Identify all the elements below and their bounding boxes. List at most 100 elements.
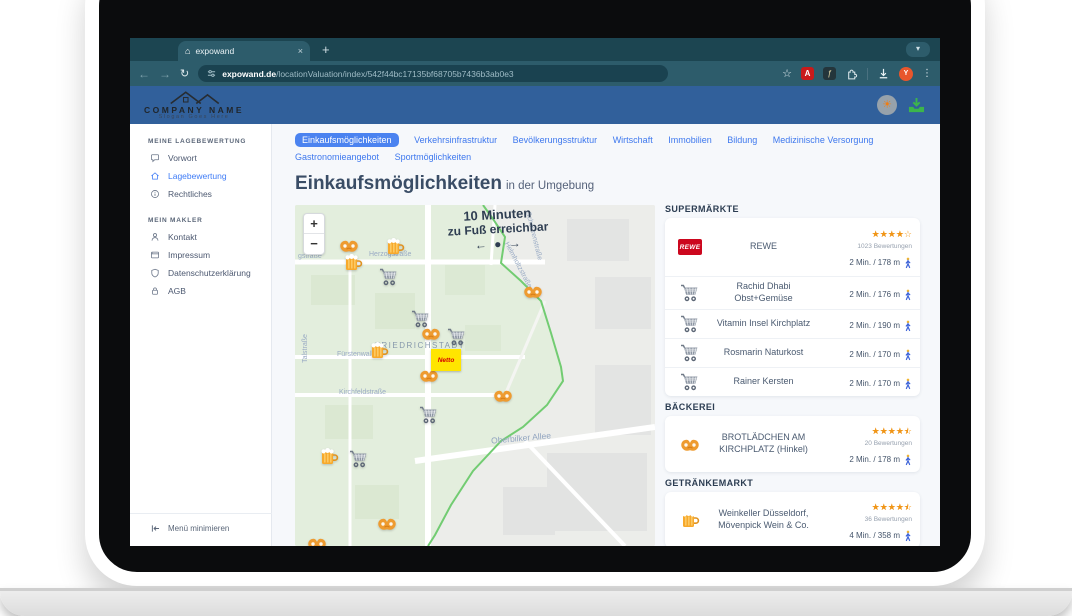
browser-tab[interactable]: ⌂ expowand × <box>178 41 310 61</box>
tab-einkaufsmoeglichkeiten[interactable]: Einkaufsmöglichkeiten <box>295 133 399 147</box>
bookmark-star-icon[interactable]: ☆ <box>782 67 792 80</box>
zoom-in-button[interactable]: + <box>304 214 324 234</box>
loading-sun-icon[interactable]: ☀ <box>877 95 897 115</box>
poi-row[interactable]: Weinkeller Düsseldorf, Mövenpick Wein & … <box>665 492 920 546</box>
sidebar-item-label: Kontakt <box>168 232 197 242</box>
street-label: Fürstenwall <box>337 351 373 358</box>
map-marker-supermarket-icon <box>411 309 431 329</box>
map-marker-netto-logo: Netto <box>431 349 461 371</box>
map[interactable]: gstraße Herzogstraße Talstraße Scheurens… <box>295 205 655 546</box>
cart-icon <box>673 343 707 363</box>
tab-search-chevron-icon[interactable]: ▾ <box>906 42 930 57</box>
distance: 2 Min. / 170 m <box>849 379 900 389</box>
sidebar-item-vorwort[interactable]: Vorwort <box>130 149 271 167</box>
collapse-menu-label: Menü minimieren <box>168 524 229 533</box>
main-content: Einkaufsmöglichkeiten Verkehrsinfrastruk… <box>272 124 940 546</box>
sidebar-item-label: Vorwort <box>168 153 197 163</box>
page-title: Einkaufsmöglichkeitenin der Umgebung <box>272 166 940 195</box>
back-button[interactable]: ← <box>138 67 150 81</box>
poi-row[interactable]: Rosmarin Naturkost 2 Min. / 170 m <box>665 338 920 367</box>
poi-name: Vitamin Insel Kirchplatz <box>707 318 820 330</box>
walking-annotation: 10 Minuten zu Fuß erreichbar ← ● → <box>422 205 574 255</box>
poi-name: REWE <box>707 241 820 253</box>
walking-icon <box>904 378 912 390</box>
tab-verkehrsinfrastruktur[interactable]: Verkehrsinfrastruktur <box>414 135 497 145</box>
chat-icon <box>150 153 160 163</box>
extensions-puzzle-icon[interactable] <box>845 67 858 80</box>
poi-name: BROTLÄDCHEN AM KIRCHPLATZ (Hinkel) <box>707 432 820 455</box>
zoom-out-button[interactable]: − <box>304 234 324 254</box>
browser-tab-bar: ⌂ expowand × + ▾ <box>130 38 940 61</box>
bakery-card: BROTLÄDCHEN AM KIRCHPLATZ (Hinkel) ☆☆☆☆☆… <box>665 416 920 472</box>
downloads-icon[interactable] <box>877 67 890 80</box>
reload-button[interactable]: ↻ <box>180 67 189 80</box>
company-logo: COMPANY NAME Slogan Goes Here <box>144 90 244 121</box>
poi-row[interactable]: BROTLÄDCHEN AM KIRCHPLATZ (Hinkel) ☆☆☆☆☆… <box>665 416 920 472</box>
map-marker-drinks-icon <box>369 341 389 361</box>
roofline-logo-icon <box>165 90 223 105</box>
beer-icon <box>673 510 707 530</box>
rating-stars: ☆☆☆☆☆★★★★★ <box>872 230 912 239</box>
poi-name: Rachid Dhabi Obst+Gemüse <box>707 281 820 304</box>
tab-gastronomieangebot[interactable]: Gastronomieangebot <box>295 152 379 162</box>
browser-menu-icon[interactable]: ⋮ <box>922 68 932 79</box>
sidebar-item-lagebewertung[interactable]: Lagebewertung <box>130 167 271 185</box>
fonts-extension-icon[interactable]: ƒ <box>823 67 836 80</box>
poi-row[interactable]: Rachid Dhabi Obst+Gemüse 2 Min. / 176 m <box>665 276 920 308</box>
address-bar[interactable]: expowand.de/locationValuation/index/542f… <box>198 65 668 82</box>
forward-button[interactable]: → <box>159 67 171 81</box>
street-label: Talstraße <box>302 334 309 363</box>
review-count: 20 Bewertungen <box>820 440 912 448</box>
category-tabs: Einkaufsmöglichkeiten Verkehrsinfrastruk… <box>272 124 940 166</box>
drinks-card: Weinkeller Düsseldorf, Mövenpick Wein & … <box>665 492 920 546</box>
tab-bildung[interactable]: Bildung <box>727 135 757 145</box>
poi-name: Rosmarin Naturkost <box>707 347 820 359</box>
sidebar-item-label: Datenschutzerklärung <box>168 268 251 278</box>
sidebar-item-kontakt[interactable]: Kontakt <box>130 228 271 246</box>
browser-toolbar: ← → ↻ expowand.de/locationValuation/inde… <box>130 61 940 86</box>
tab-bevoelkerungsstruktur[interactable]: Bevölkerungsstruktur <box>513 135 598 145</box>
sidebar-item-datenschutz[interactable]: Datenschutzerklärung <box>130 264 271 282</box>
toolbar-divider <box>867 68 868 80</box>
sidebar-item-impressum[interactable]: Impressum <box>130 246 271 264</box>
sidebar-item-label: Impressum <box>168 250 210 260</box>
tab-immobilien[interactable]: Immobilien <box>668 135 712 145</box>
distance: 2 Min. / 178 m <box>849 258 900 268</box>
window-icon <box>150 250 160 260</box>
walking-icon <box>904 289 912 301</box>
tab-close-icon[interactable]: × <box>298 46 303 56</box>
map-marker-supermarket-icon <box>379 267 399 287</box>
shield-icon <box>150 268 160 278</box>
sidebar-item-label: Rechtliches <box>168 189 212 199</box>
new-tab-button[interactable]: + <box>322 42 330 57</box>
rewe-logo: REWE <box>673 239 707 255</box>
poi-row[interactable]: Rainer Kersten 2 Min. / 170 m <box>665 367 920 396</box>
collapse-menu-button[interactable]: Menü minimieren <box>130 513 272 534</box>
poi-name: Rainer Kersten <box>707 376 820 388</box>
sidebar-item-agb[interactable]: AGB <box>130 282 271 300</box>
tab-sportmoeglichkeiten[interactable]: Sportmöglichkeiten <box>395 152 472 162</box>
map-zoom-control: + − <box>303 213 325 255</box>
page-title-sub: in der Umgebung <box>506 180 594 192</box>
map-marker-bakery-icon <box>523 281 543 301</box>
tab-medizinische-versorgung[interactable]: Medizinische Versorgung <box>773 135 874 145</box>
distance: 4 Min. / 358 m <box>849 531 900 541</box>
tab-title: expowand <box>195 46 234 56</box>
site-settings-icon <box>207 69 216 78</box>
map-marker-bakery-icon <box>493 385 513 405</box>
walking-icon <box>904 349 912 361</box>
poi-row-rewe[interactable]: REWE REWE ☆☆☆☆☆★★★★★ 1023 Bewertungen 2 … <box>665 218 920 276</box>
sidebar: MEINE LAGEBEWERTUNG Vorwort Lagebewertun… <box>130 124 272 546</box>
rating-stars: ☆☆☆☆☆★★★★★ <box>872 427 912 436</box>
street-label: Kirchfeldstraße <box>339 389 386 396</box>
download-report-button[interactable] <box>907 97 926 114</box>
site-header: COMPANY NAME Slogan Goes Here ☀ <box>130 86 940 124</box>
pdf-extension-icon[interactable]: A <box>801 67 814 80</box>
profile-avatar[interactable]: Y <box>899 67 913 81</box>
supermarkets-card: REWE REWE ☆☆☆☆☆★★★★★ 1023 Bewertungen 2 … <box>665 218 920 396</box>
tab-wirtschaft[interactable]: Wirtschaft <box>613 135 653 145</box>
poi-row[interactable]: Vitamin Insel Kirchplatz 2 Min. / 190 m <box>665 309 920 338</box>
review-count: 36 Bewertungen <box>820 516 912 524</box>
sidebar-item-rechtliches[interactable]: Rechtliches <box>130 185 271 203</box>
cart-icon <box>673 283 707 303</box>
